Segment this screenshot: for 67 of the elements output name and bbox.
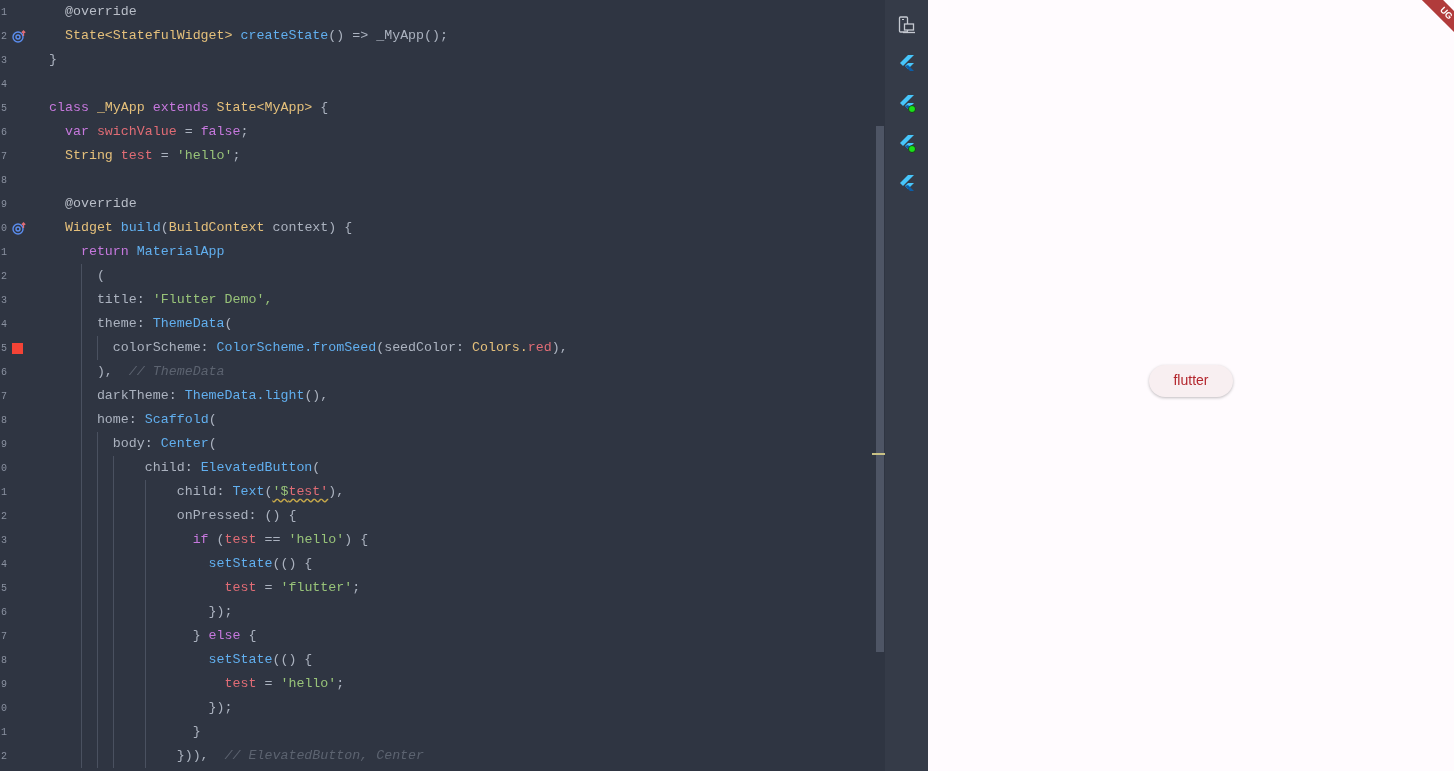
override-icon[interactable] — [12, 221, 26, 235]
line-number: 8 — [0, 173, 8, 188]
devices-icon[interactable] — [897, 16, 916, 34]
line-number: 7 — [0, 629, 8, 644]
line-number: 2 — [0, 749, 8, 764]
line-number: 7 — [0, 389, 8, 404]
code-line: } else { — [191, 627, 257, 646]
code-line: colorScheme: ColorScheme.fromSeed(seedColor: Colors.red), — [111, 339, 568, 358]
code-line: @override — [63, 3, 137, 22]
line-number: 1 — [0, 245, 8, 260]
code-line: if (test == 'hello') { — [191, 531, 369, 550]
line-number: 4 — [0, 77, 8, 92]
line-number: 3 — [0, 533, 8, 548]
line-number: 6 — [0, 125, 8, 140]
code-line: @override — [63, 195, 137, 214]
line-number: 2 — [0, 269, 8, 284]
line-number: 5 — [0, 341, 8, 356]
line-number: 0 — [0, 701, 8, 716]
override-icon[interactable] — [12, 29, 26, 43]
elevated-button[interactable]: flutter — [1149, 364, 1233, 397]
code-line: setState(() { — [207, 555, 313, 574]
line-number: 1 — [0, 725, 8, 740]
code-line: class _MyApp extends State<MyApp> { — [49, 99, 329, 118]
scrollbar[interactable] — [876, 126, 884, 652]
code-line: } — [191, 723, 201, 742]
code-line: return MaterialApp — [79, 243, 225, 262]
line-number: 2 — [0, 509, 8, 524]
line-number: 3 — [0, 293, 8, 308]
line-number: 6 — [0, 605, 8, 620]
line-number: 8 — [0, 413, 8, 428]
line-number: 5 — [0, 581, 8, 596]
line-number: 5 — [0, 101, 8, 116]
line-number: 3 — [0, 53, 8, 68]
code-line: title: 'Flutter Demo', — [95, 291, 273, 310]
code-line: State<StatefulWidget> createState() => _MyApp(); — [63, 27, 448, 46]
line-number: 1 — [0, 5, 8, 20]
line-number: 9 — [0, 437, 8, 452]
code-line: test = 'hello'; — [223, 675, 345, 694]
line-number: 1 — [0, 485, 8, 500]
line-number: 7 — [0, 149, 8, 164]
code-line: }); — [207, 699, 233, 718]
code-line: Widget build(BuildContext context) { — [63, 219, 353, 238]
code-line: String test = 'hello'; — [63, 147, 241, 166]
code-line: child: ElevatedButton( — [143, 459, 321, 478]
code-line: onPressed: () { — [175, 507, 297, 526]
code-line: }); — [207, 603, 233, 622]
line-number: 4 — [0, 317, 8, 332]
code-line: var swichValue = false; — [63, 123, 249, 142]
line-number: 9 — [0, 677, 8, 692]
code-line: child: Text('$test'), — [175, 483, 345, 502]
code-line: body: Center( — [111, 435, 217, 454]
line-number: 9 — [0, 197, 8, 212]
code-line: darkTheme: ThemeData.light(), — [95, 387, 329, 406]
code-line: ( — [95, 267, 105, 286]
line-number: 0 — [0, 461, 8, 476]
line-number: 6 — [0, 365, 8, 380]
line-number: 8 — [0, 653, 8, 668]
line-number: 0 — [0, 221, 8, 236]
color-swatch[interactable] — [12, 342, 23, 354]
code-line: theme: ThemeData( — [95, 315, 233, 334]
line-number: 2 — [0, 29, 8, 44]
debug-banner-text: UG — [1438, 5, 1454, 22]
code-line: setState(() { — [207, 651, 313, 670]
code-line: home: Scaffold( — [95, 411, 217, 430]
code-line: test = 'flutter'; — [223, 579, 361, 598]
code-line: } — [49, 51, 57, 70]
line-number: 4 — [0, 557, 8, 572]
